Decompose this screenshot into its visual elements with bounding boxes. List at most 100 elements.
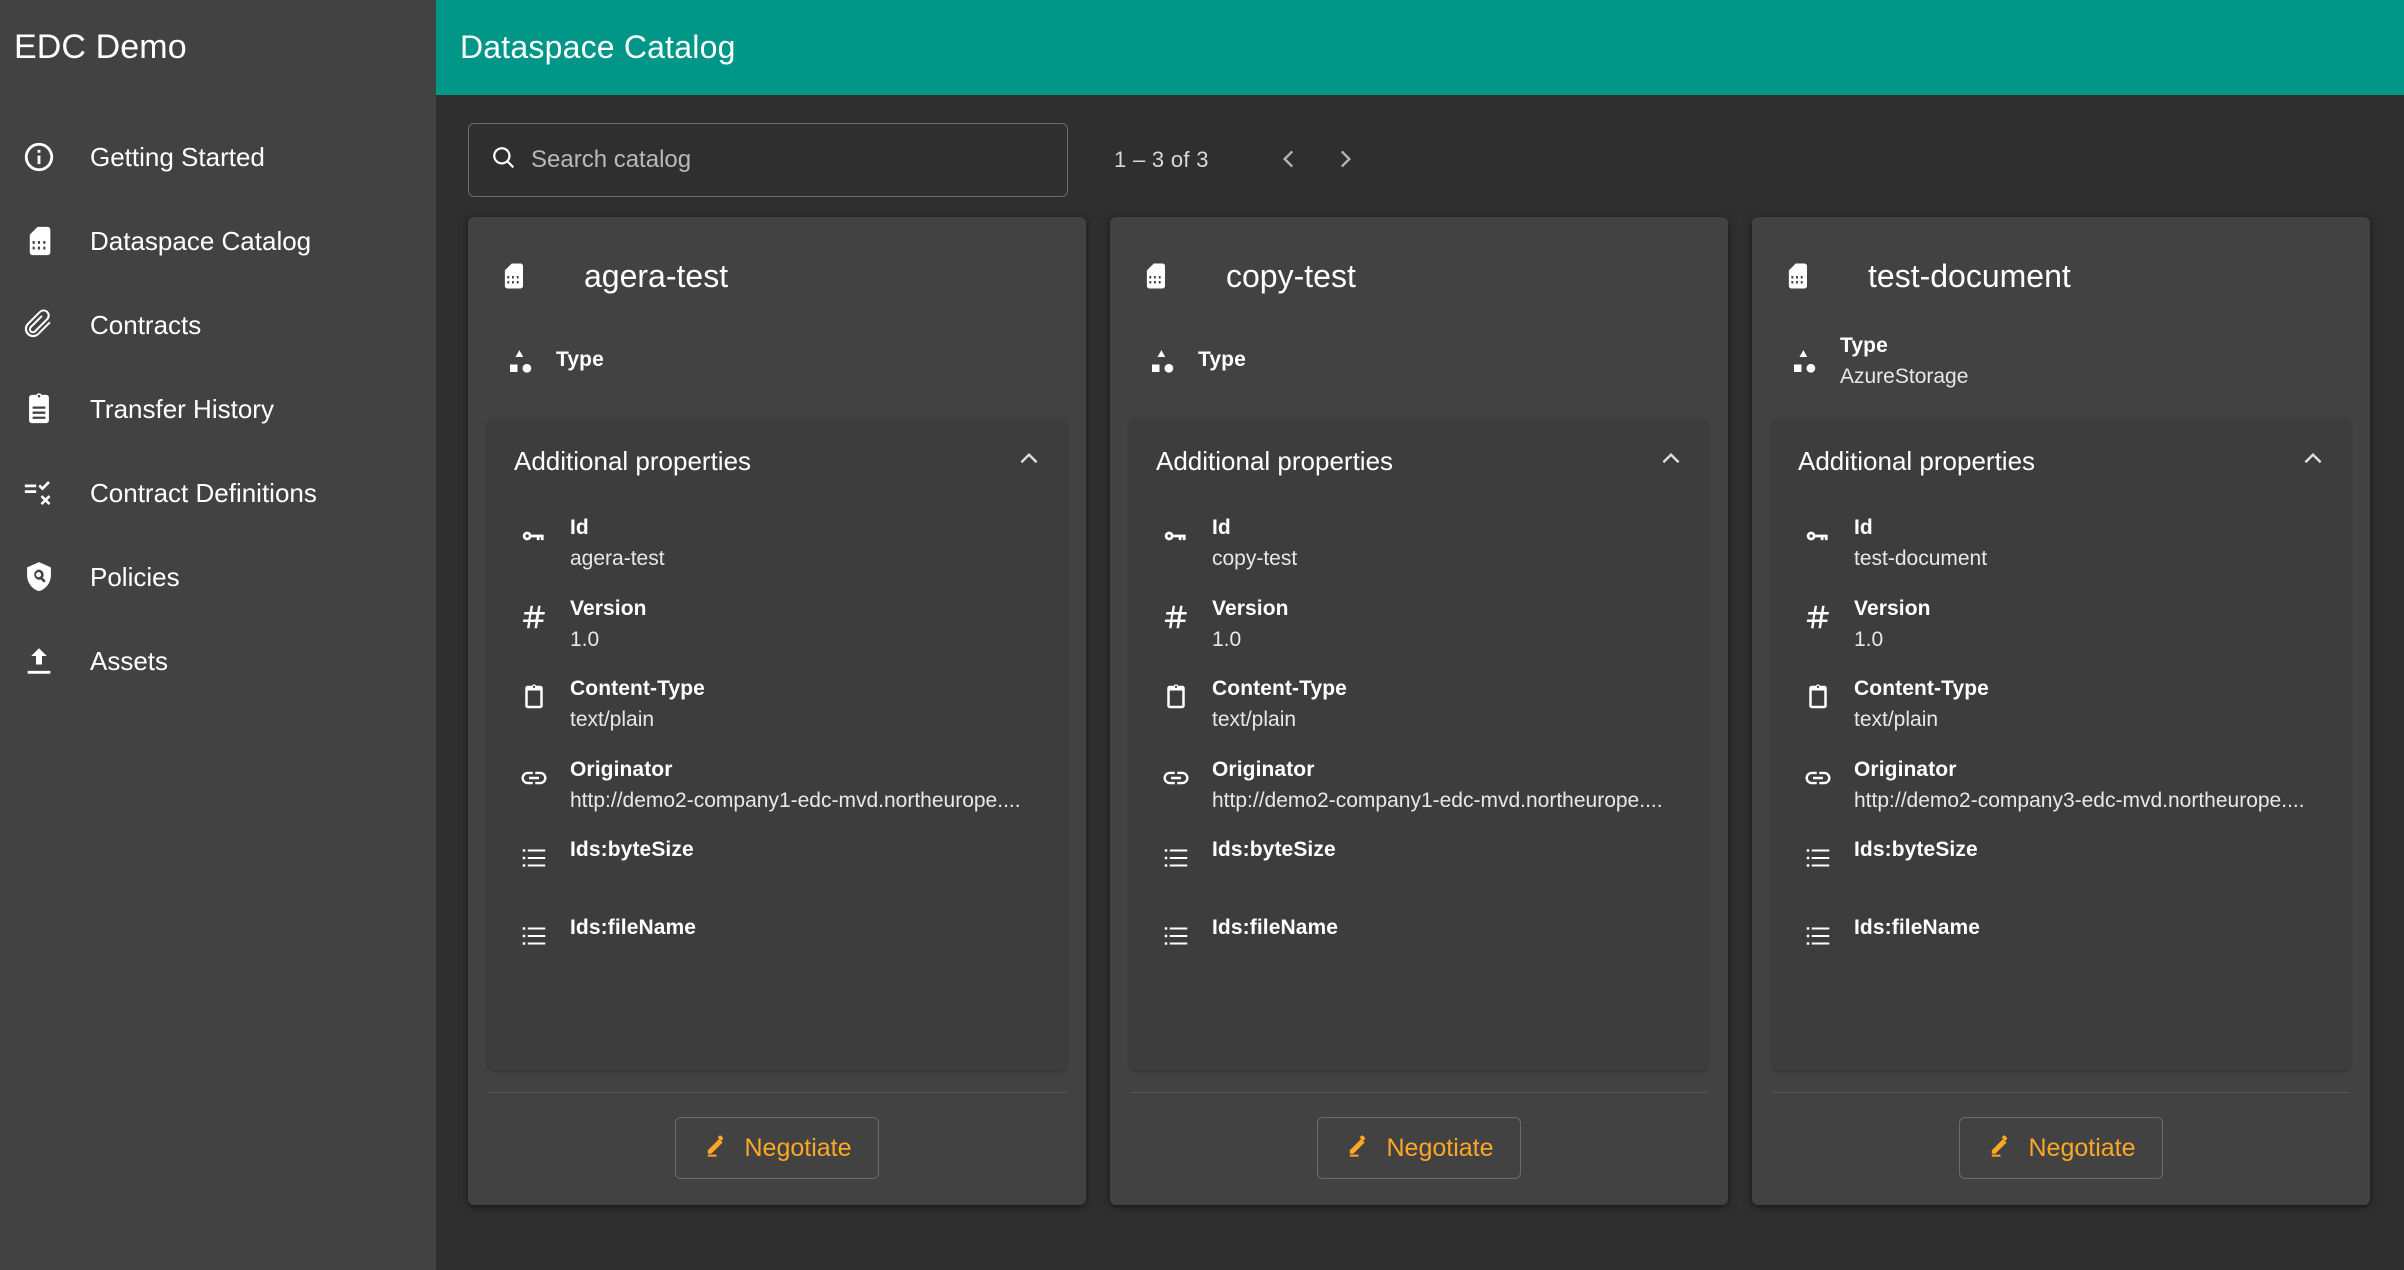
link-icon (1796, 757, 1840, 793)
additional-properties-title: Additional properties (1798, 445, 2036, 476)
key-icon (512, 515, 556, 551)
sidebar-item-label: Getting Started (90, 141, 265, 172)
list-icon (1154, 915, 1198, 951)
card-actions: Negotiate (1130, 1092, 1708, 1187)
clipboard-icon (512, 676, 556, 712)
property-key: Content-Type (570, 677, 705, 701)
link-icon (1154, 757, 1198, 793)
property-key: Ids:byteSize (1212, 838, 1336, 862)
link-icon (512, 757, 556, 793)
property-row-id: Id agera-test (502, 515, 1052, 574)
additional-properties-panel: Additional properties I (488, 419, 1066, 1070)
sidebar-item-contracts[interactable]: Contracts (0, 283, 436, 367)
property-value: 1.0 (1212, 627, 1242, 651)
catalog-toolbar: 1 – 3 of 3 (468, 123, 2372, 197)
category-shapes-icon (1140, 347, 1184, 377)
hash-icon (1796, 596, 1840, 632)
property-value: copy-test (1212, 547, 1298, 571)
sim-card-icon (498, 256, 538, 296)
property-value: text/plain (1854, 708, 1939, 732)
app-brand: EDC Demo (14, 28, 187, 66)
paginator-next-button[interactable] (1317, 132, 1373, 188)
sim-card-icon (1140, 256, 1180, 296)
clipboard-icon (1154, 676, 1198, 712)
sidebar-item-assets[interactable]: Assets (0, 619, 436, 703)
card-header: test-document (1772, 243, 2350, 305)
upload-icon (22, 641, 68, 681)
additional-properties-body: Id test-document Version 1.0 Content-Typ… (1772, 503, 2350, 977)
negotiate-button-label: Negotiate (744, 1133, 852, 1162)
hash-icon (512, 596, 556, 632)
property-row-content-type: Content-Type text/plain (502, 676, 1052, 735)
sidebar-item-dataspace-catalog[interactable]: Dataspace Catalog (0, 199, 436, 283)
chevron-up-icon[interactable] (1016, 446, 1042, 477)
property-value: test-document (1854, 547, 1988, 571)
key-icon (1154, 515, 1198, 551)
sidebar: EDC Demo Getting Started Dataspace Catal… (0, 0, 436, 1270)
card-type-text: Type (1198, 347, 1246, 377)
property-row-ids-bytesize: Ids:byteSize (1786, 837, 2336, 893)
property-row-originator: Originator http://demo2-company3-edc-mvd… (1786, 757, 2336, 816)
property-row-ids-bytesize: Ids:byteSize (502, 837, 1052, 893)
property-row-content-type: Content-Type text/plain (1786, 676, 2336, 735)
property-key: Version (1854, 596, 1931, 620)
search-field[interactable] (468, 123, 1068, 197)
additional-properties-header[interactable]: Additional properties (1772, 419, 2350, 503)
list-icon (1154, 837, 1198, 873)
property-row-ids-filename: Ids:fileName (502, 915, 1052, 971)
info-circle-icon (22, 137, 68, 177)
paginator: 1 – 3 of 3 (1114, 132, 1373, 188)
negotiate-button[interactable]: Negotiate (1959, 1117, 2163, 1179)
property-key: Content-Type (1854, 677, 1989, 701)
paginator-previous-button[interactable] (1261, 132, 1317, 188)
catalog-card: test-document Type AzureStorage Addition… (1752, 217, 2370, 1205)
card-title: agera-test (584, 257, 729, 294)
sidebar-item-label: Policies (90, 561, 180, 592)
negotiate-button[interactable]: Negotiate (675, 1117, 879, 1179)
additional-properties-title: Additional properties (514, 445, 752, 476)
clipboard-icon (1796, 676, 1840, 712)
additional-properties-header[interactable]: Additional properties (1130, 419, 1708, 503)
category-shapes-icon (1782, 347, 1826, 377)
property-key: Originator (1212, 757, 1315, 781)
hash-icon (1154, 596, 1198, 632)
additional-properties-panel: Additional properties I (1130, 419, 1708, 1070)
card-type-row: Type AzureStorage (1772, 331, 2350, 393)
sidebar-item-policies[interactable]: Policies (0, 535, 436, 619)
pencil-icon (702, 1131, 730, 1166)
catalog-card: agera-test Type Additional properties Id… (468, 217, 1086, 1205)
card-type-text: Type (556, 347, 604, 377)
property-row-ids-filename: Ids:fileName (1786, 915, 2336, 971)
sidebar-item-getting-started[interactable]: Getting Started (0, 115, 436, 199)
pencil-icon (1986, 1131, 2014, 1166)
sim-card-icon (1782, 256, 1822, 296)
sidebar-item-contract-definitions[interactable]: Contract Definitions (0, 451, 436, 535)
type-label: Type (1840, 333, 1888, 357)
chevron-up-icon[interactable] (2300, 446, 2326, 477)
rule-icon (22, 473, 68, 513)
property-key: Ids:fileName (1212, 916, 1339, 940)
property-row-version: Version 1.0 (1144, 596, 1694, 655)
additional-properties-header[interactable]: Additional properties (488, 419, 1066, 503)
paginator-range-label: 1 – 3 of 3 (1114, 147, 1209, 172)
chevron-up-icon[interactable] (1658, 446, 1684, 477)
negotiate-button[interactable]: Negotiate (1317, 1117, 1521, 1179)
card-title: copy-test (1226, 257, 1356, 294)
property-value: http://demo2-company3-edc-mvd.northeurop… (1854, 789, 2305, 813)
property-key: Ids:fileName (1854, 916, 1981, 940)
search-input[interactable] (531, 146, 1045, 174)
type-label: Type (1198, 347, 1246, 371)
property-key: Version (570, 596, 647, 620)
sidebar-item-label: Dataspace Catalog (90, 225, 312, 256)
paperclip-icon (22, 305, 68, 345)
list-icon (512, 837, 556, 873)
property-value: text/plain (1212, 708, 1297, 732)
key-icon (1796, 515, 1840, 551)
sidebar-item-transfer-history[interactable]: Transfer History (0, 367, 436, 451)
property-row-ids-bytesize: Ids:byteSize (1144, 837, 1694, 893)
sidebar-item-label: Contracts (90, 309, 202, 340)
property-row-id: Id test-document (1786, 515, 2336, 574)
property-value: http://demo2-company1-edc-mvd.northeurop… (570, 789, 1021, 813)
main-area: Dataspace Catalog 1 – 3 of 3 (436, 0, 2404, 1270)
page-title: Dataspace Catalog (460, 29, 736, 65)
